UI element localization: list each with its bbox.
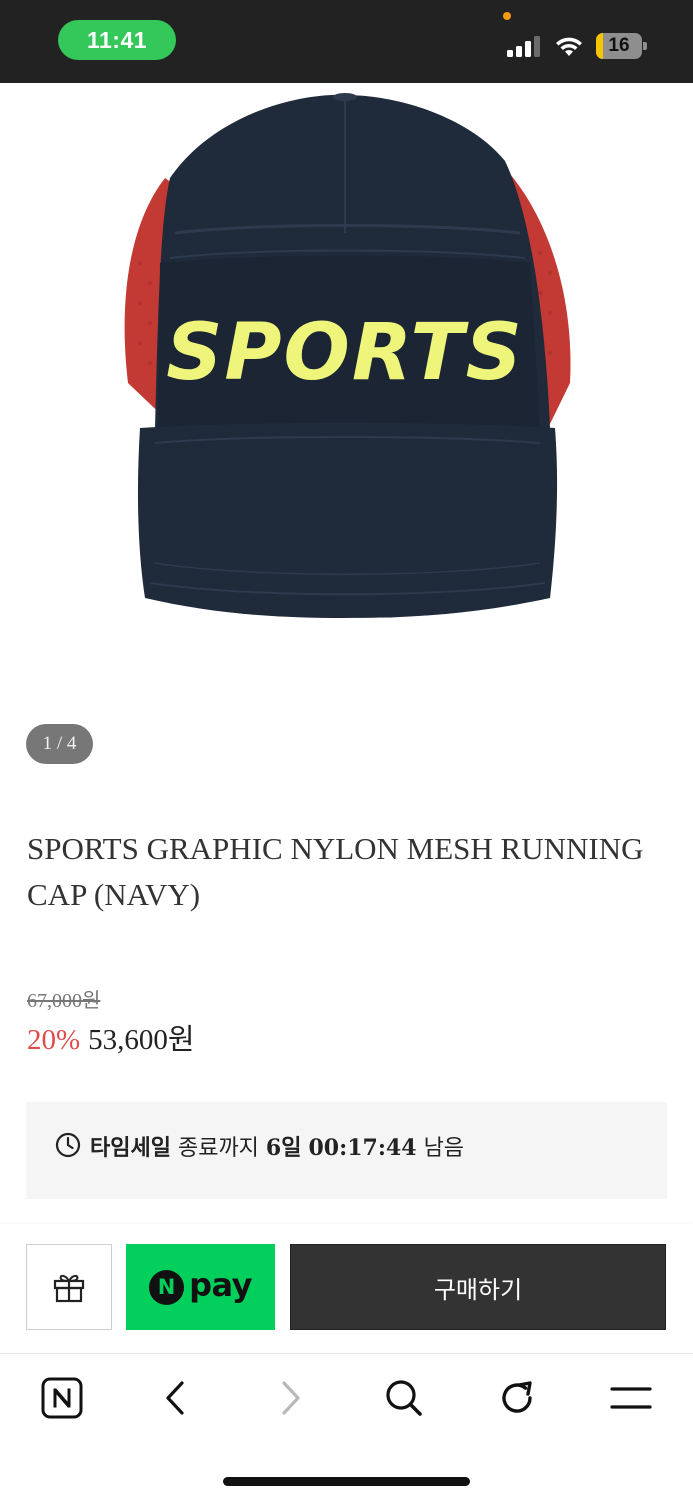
naver-home-button[interactable]	[34, 1373, 90, 1423]
menu-icon	[610, 1387, 652, 1409]
refresh-icon	[502, 1381, 532, 1413]
time-sale-countdown: 00:17:44	[308, 1135, 417, 1161]
time-sale-suffix: 남음	[416, 1136, 465, 1161]
cap-illustration: SPORTS	[124, 93, 571, 618]
time-sale-banner: 타임세일 종료까지 6일 00:17:44 남음	[26, 1102, 667, 1199]
npay-label: pay	[189, 1266, 252, 1304]
product-image[interactable]: SPORTS	[0, 83, 693, 703]
browser-toolbar	[0, 1355, 693, 1500]
forward-icon	[282, 1381, 300, 1415]
back-button[interactable]	[148, 1373, 204, 1423]
discount-rate: 20%	[27, 1024, 81, 1056]
signal-icon	[507, 36, 540, 57]
battery-icon: 16	[596, 33, 648, 59]
time-sale-label: 타임세일	[90, 1136, 171, 1161]
buy-button[interactable]: 구매하기	[290, 1244, 666, 1330]
original-price: 67,000원	[27, 990, 101, 1012]
purchase-action-bar: N pay 구매하기	[0, 1224, 693, 1354]
time-sale-days: 6일	[265, 1135, 302, 1161]
status-bar: 11:41 16	[0, 0, 693, 83]
home-indicator[interactable]	[223, 1477, 470, 1486]
time-sale-text: 타임세일 종료까지 6일 00:17:44 남음	[90, 1130, 464, 1162]
wifi-icon	[556, 37, 582, 56]
forward-button[interactable]	[262, 1373, 318, 1423]
clock-icon	[55, 1132, 81, 1158]
time-sale-middle: 종료까지	[170, 1136, 266, 1161]
sale-price: 53,600원	[88, 1024, 195, 1056]
naver-home-icon	[41, 1377, 83, 1419]
image-page-indicator: 1 / 4	[26, 724, 93, 764]
npay-logo-icon: N	[149, 1269, 185, 1305]
cap-graphic-text: SPORTS	[166, 308, 524, 398]
search-icon	[386, 1380, 422, 1416]
privacy-indicator-dot	[503, 12, 511, 20]
gift-icon	[53, 1274, 85, 1303]
product-title: SPORTS GRAPHIC NYLON MESH RUNNING CAP (N…	[27, 831, 644, 912]
price-row: 20% 53,600원	[27, 1016, 195, 1058]
refresh-button[interactable]	[489, 1373, 545, 1423]
search-button[interactable]	[376, 1373, 432, 1423]
menu-button[interactable]	[603, 1373, 659, 1423]
status-time: 11:41	[58, 20, 176, 60]
gift-button[interactable]	[26, 1244, 112, 1330]
back-icon	[166, 1381, 184, 1415]
npay-button[interactable]: N pay	[126, 1244, 275, 1330]
battery-level: 16	[608, 35, 630, 56]
